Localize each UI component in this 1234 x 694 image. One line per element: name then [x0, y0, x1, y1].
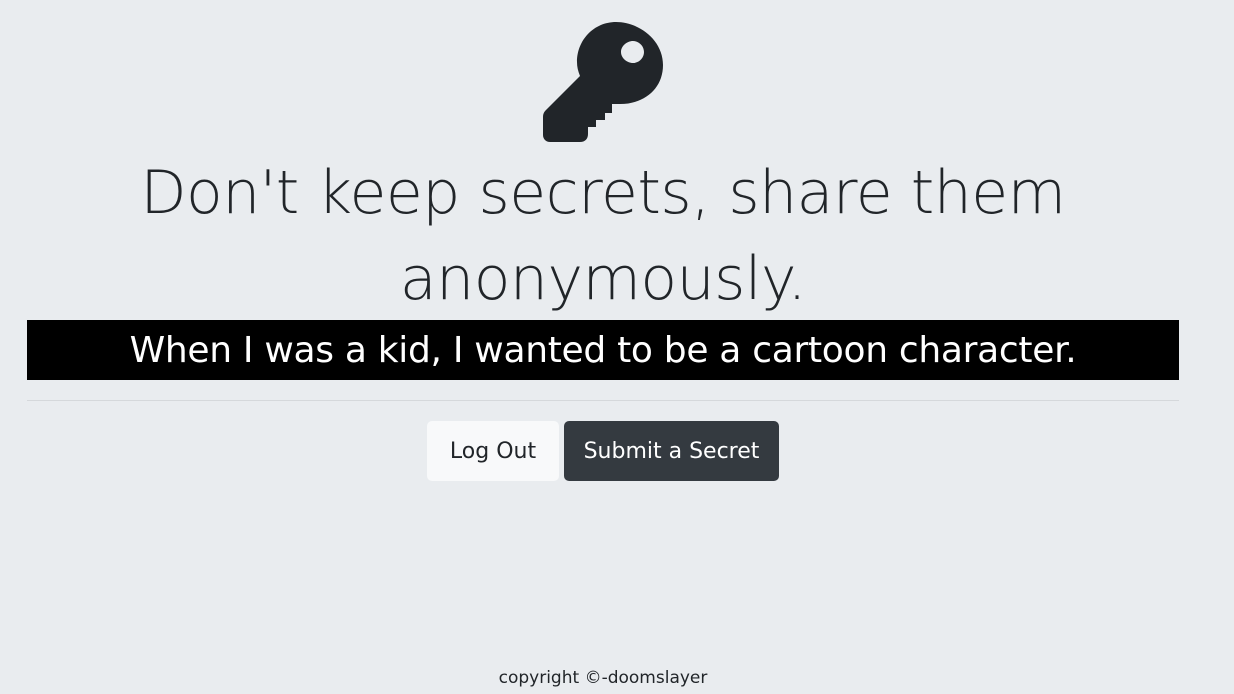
page-title: Don't keep secrets, share them anonymous…	[140, 158, 1066, 314]
logout-button[interactable]: Log Out	[427, 421, 559, 481]
submit-secret-button[interactable]: Submit a Secret	[564, 421, 779, 481]
page: Don't keep secrets, share them anonymous…	[0, 0, 1234, 694]
key-icon	[542, 21, 664, 143]
footer-copyright: copyright ©-doomslayer	[498, 668, 708, 688]
divider	[27, 400, 1179, 401]
secret-text: When I was a kid, I wanted to be a carto…	[27, 320, 1179, 380]
